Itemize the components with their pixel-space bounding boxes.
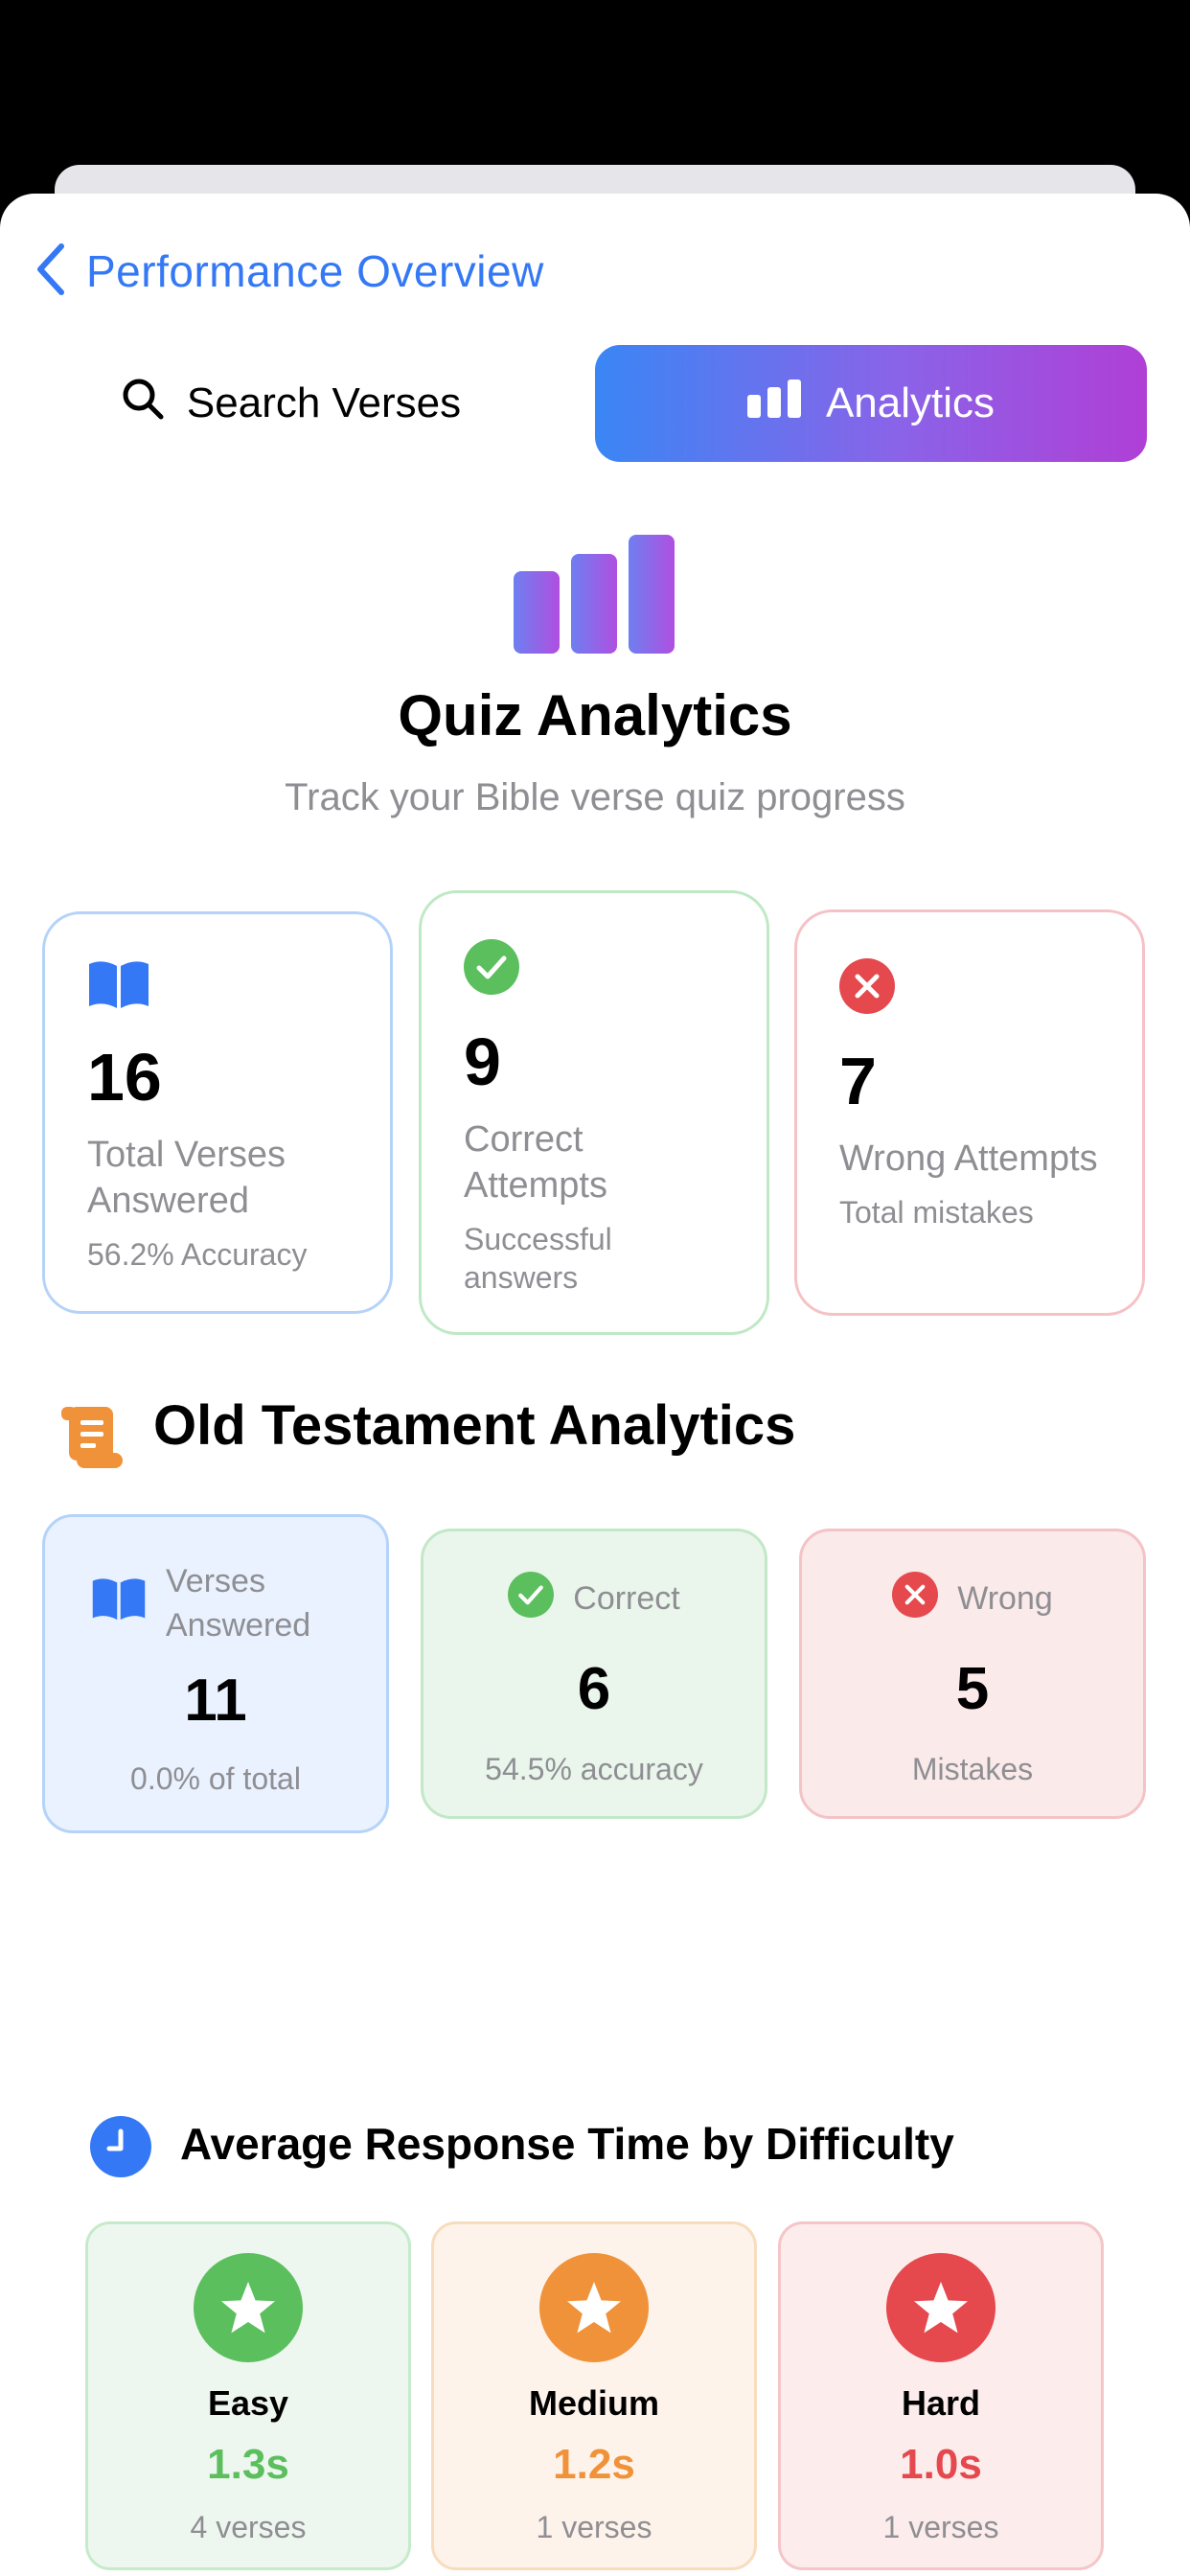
book-icon xyxy=(87,961,150,1014)
scroll-icon xyxy=(59,1405,125,1475)
accuracy-text: 56.2% Accuracy xyxy=(87,1237,308,1272)
verse-count: 4 verses xyxy=(190,2510,307,2544)
average-time-value: 1.2s xyxy=(553,2441,635,2488)
correct-attempts-sub: Successful answers xyxy=(464,1222,612,1295)
analytics-sheet: Performance Overview Search Verses Analy… xyxy=(0,194,1190,2576)
wrong-attempts-card: 7 Wrong Attempts Total mistakes xyxy=(794,909,1145,1316)
bar-chart-icon xyxy=(746,379,803,428)
difficulty-label: Hard xyxy=(901,2383,981,2423)
correct-attempts-label: Correct Attempts xyxy=(464,1119,607,1206)
ot-verses-sub: 0.0% of total xyxy=(130,1761,301,1796)
page-subtitle: Track your Bible verse quiz progress xyxy=(285,776,905,818)
ot-verses-card: Verses Answered 11 0.0% of total xyxy=(42,1514,389,1833)
star-icon xyxy=(886,2253,995,2362)
nav-title: Performance Overview xyxy=(86,246,544,296)
verse-count: 1 verses xyxy=(882,2510,999,2544)
wrong-attempts-sub: Total mistakes xyxy=(839,1195,1034,1230)
star-icon xyxy=(194,2253,303,2362)
wrong-attempts-label: Wrong Attempts xyxy=(839,1138,1098,1179)
medium-time-card: Medium 1.2s 1 verses xyxy=(431,2221,757,2570)
average-time-value: 1.3s xyxy=(207,2441,289,2488)
ot-verses-label: Verses Answered xyxy=(166,1563,311,1644)
old-testament-title: Old Testament Analytics xyxy=(153,1394,796,1457)
difficulty-label: Easy xyxy=(207,2383,289,2423)
ot-wrong-card: Wrong 5 Mistakes xyxy=(799,1529,1146,1819)
ot-wrong-label: Wrong xyxy=(957,1580,1053,1617)
ot-correct-label: Correct xyxy=(573,1580,680,1617)
tab-analytics[interactable]: Analytics xyxy=(595,345,1147,462)
book-icon xyxy=(91,1577,147,1630)
verse-count: 1 verses xyxy=(536,2510,652,2544)
ot-correct-card: Correct 6 54.5% accuracy xyxy=(421,1529,767,1819)
back-button[interactable]: Performance Overview xyxy=(34,236,544,307)
total-verses-value: 16 xyxy=(87,1040,162,1115)
response-time-title: Average Response Time by Difficulty xyxy=(180,2119,954,2169)
ot-correct-value: 6 xyxy=(577,1656,611,1722)
correct-attempts-card: 9 Correct Attempts Successful answers xyxy=(419,890,769,1335)
average-time-value: 1.0s xyxy=(900,2441,982,2488)
clock-icon xyxy=(90,2116,151,2182)
analytics-bars-icon xyxy=(514,535,676,658)
tab-label: Analytics xyxy=(825,380,995,426)
difficulty-label: Medium xyxy=(528,2383,659,2423)
ot-correct-sub: 54.5% accuracy xyxy=(485,1752,703,1786)
hard-time-card: Hard 1.0s 1 verses xyxy=(778,2221,1104,2570)
chevron-left-icon xyxy=(34,242,67,301)
correct-attempts-value: 9 xyxy=(464,1024,501,1099)
checkmark-circle-icon xyxy=(464,939,519,999)
wrong-attempts-value: 7 xyxy=(839,1044,877,1118)
easy-time-card: Easy 1.3s 4 verses xyxy=(85,2221,411,2570)
ot-verses-value: 11 xyxy=(184,1668,247,1734)
ot-wrong-value: 5 xyxy=(955,1656,990,1722)
page-title: Quiz Analytics xyxy=(398,683,792,748)
x-circle-icon xyxy=(892,1572,939,1626)
checkmark-circle-icon xyxy=(508,1572,555,1626)
tab-search-verses[interactable]: Search Verses xyxy=(42,345,540,462)
ot-wrong-sub: Mistakes xyxy=(911,1752,1034,1786)
star-icon xyxy=(539,2253,649,2362)
total-verses-label: Total Verses Answered xyxy=(87,1135,286,1221)
total-verses-card: 16 Total Verses Answered 56.2% Accuracy xyxy=(42,911,393,1314)
tab-label: Search Verses xyxy=(186,380,462,426)
search-icon xyxy=(122,378,164,430)
x-circle-icon xyxy=(839,958,895,1018)
